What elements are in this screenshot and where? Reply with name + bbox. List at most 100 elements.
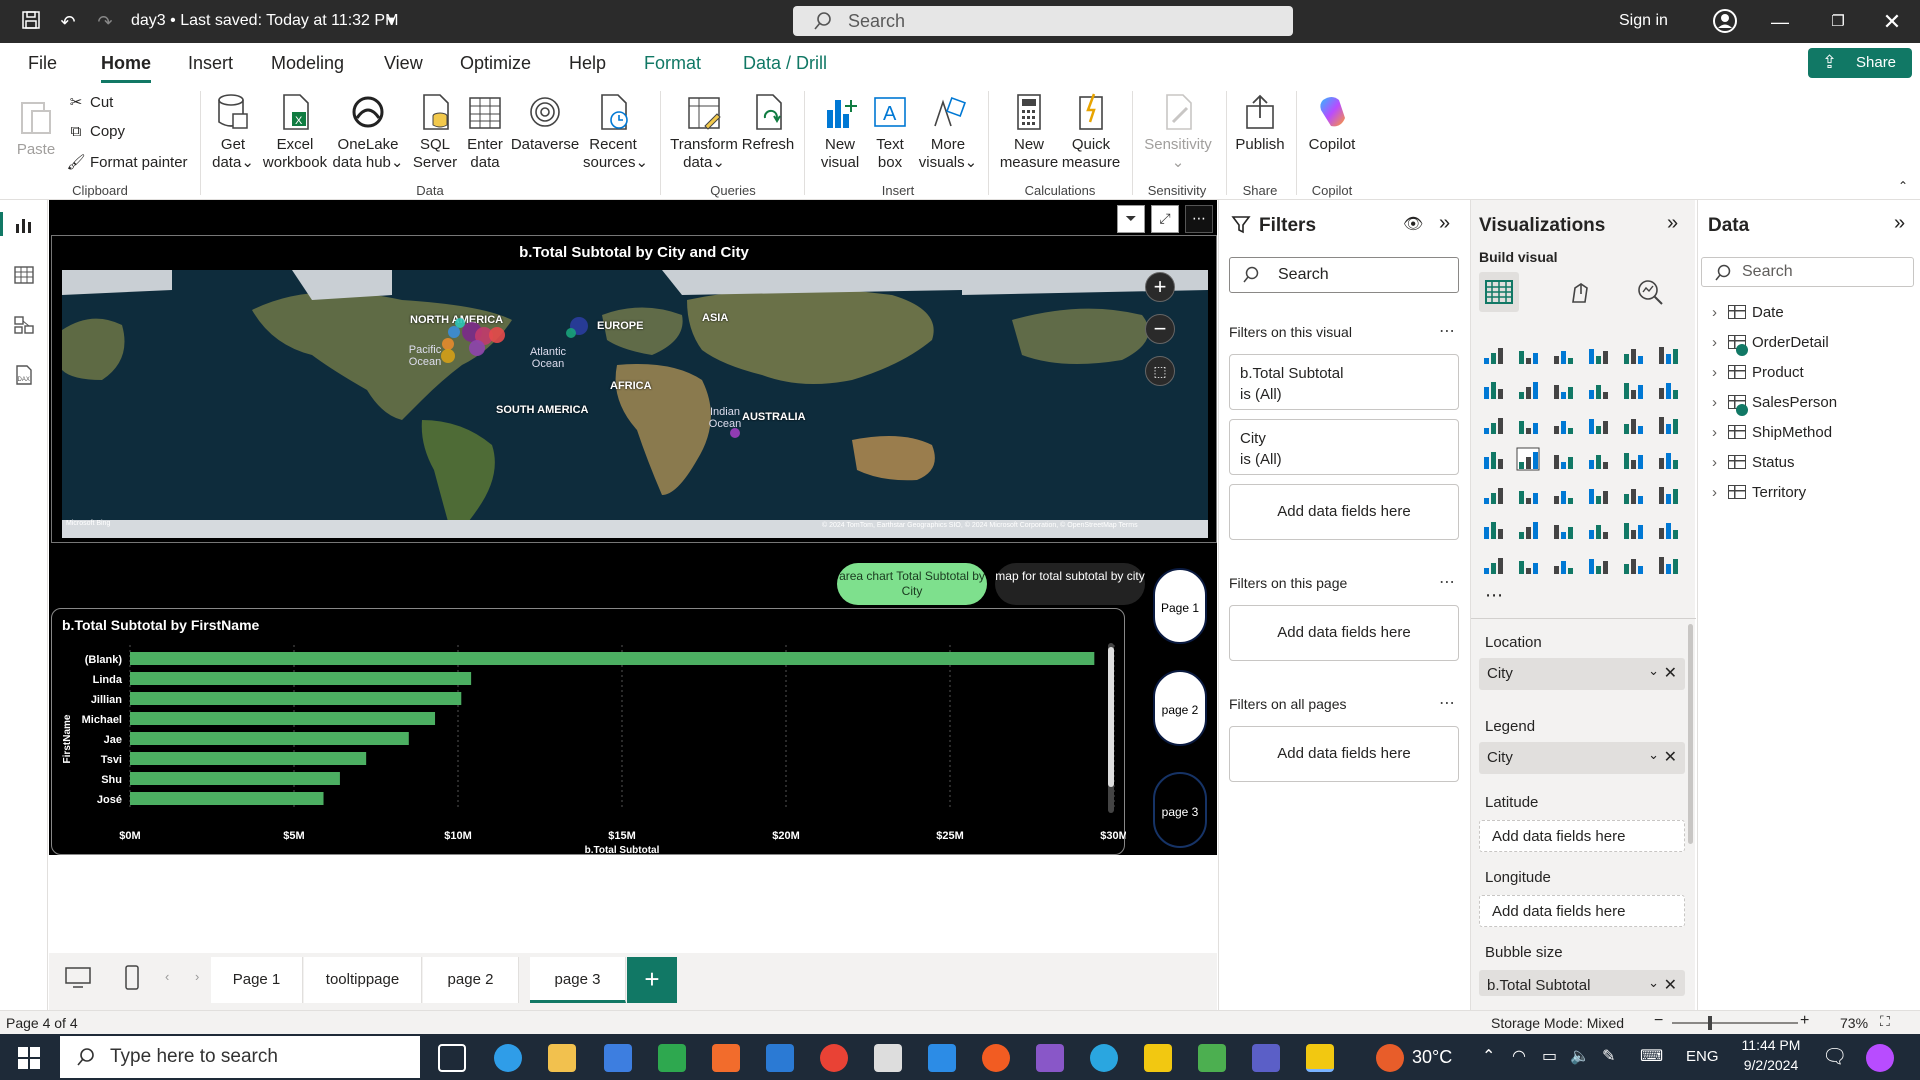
- vscode-icon[interactable]: [928, 1044, 956, 1072]
- page2-nav-button[interactable]: page 2: [1153, 670, 1207, 746]
- weather-icon[interactable]: [1376, 1044, 1404, 1072]
- area-chart-icon[interactable]: [1517, 378, 1539, 400]
- add-visual-filter-drop[interactable]: Add data fields here: [1229, 484, 1459, 540]
- ribbon-chart-icon[interactable]: [1482, 413, 1504, 435]
- mail-icon[interactable]: [766, 1044, 794, 1072]
- bar[interactable]: [130, 752, 367, 765]
- title-search-box[interactable]: Search: [793, 6, 1293, 36]
- r-visual-icon[interactable]: [1657, 483, 1679, 505]
- gauge-icon[interactable]: [1622, 448, 1644, 470]
- store-icon[interactable]: [604, 1044, 632, 1072]
- filters-search-input[interactable]: Search: [1229, 257, 1459, 293]
- share-button[interactable]: ⇪ Share ⌄: [1808, 48, 1912, 89]
- more-options-icon[interactable]: ⋯: [1439, 572, 1455, 592]
- page1-nav-button[interactable]: Page 1: [1153, 568, 1207, 644]
- card-icon[interactable]: [1657, 448, 1679, 470]
- azure-map-icon[interactable]: [1587, 448, 1609, 470]
- zoom-in-button[interactable]: +: [1145, 272, 1175, 302]
- ribbon-area-icon[interactable]: [1587, 378, 1609, 400]
- data-table-item[interactable]: › Product: [1712, 364, 1804, 381]
- 100-column-icon[interactable]: [1657, 343, 1679, 365]
- stacked-bar-icon[interactable]: [1482, 343, 1504, 365]
- map-bubble[interactable]: [455, 318, 465, 328]
- tab-file[interactable]: File: [28, 53, 57, 74]
- language[interactable]: ENG: [1686, 1048, 1719, 1065]
- bubble-size-field[interactable]: b.Total Subtotal ⌄ ✕: [1479, 970, 1685, 996]
- tab-view[interactable]: View: [384, 53, 423, 74]
- remove-field-icon[interactable]: ✕: [1664, 975, 1677, 995]
- area-chart-nav-button[interactable]: area chart Total Subtotal by City: [837, 563, 987, 605]
- line-clustered-icon[interactable]: [1657, 378, 1679, 400]
- fabric-icon[interactable]: [1622, 553, 1644, 575]
- map-bubble[interactable]: [469, 340, 485, 356]
- quick-measure-button[interactable]: Quick measure: [1060, 92, 1122, 172]
- transform-data-button[interactable]: Transform data⌄: [670, 92, 738, 172]
- new-visual-button[interactable]: New visual: [814, 92, 866, 172]
- chevron-right-icon[interactable]: ›: [1712, 454, 1728, 471]
- volume-icon[interactable]: 🔈: [1570, 1046, 1590, 1066]
- temperature[interactable]: 30°C: [1412, 1047, 1452, 1068]
- location-field[interactable]: City ⌄ ✕: [1479, 658, 1685, 690]
- chevron-right-icon[interactable]: ›: [1712, 364, 1728, 381]
- bar[interactable]: [130, 712, 436, 725]
- tab-insert[interactable]: Insert: [188, 53, 233, 74]
- recent-sources-button[interactable]: Recent sources⌄: [583, 92, 648, 172]
- desktop-layout-icon[interactable]: [65, 967, 91, 989]
- minimize-icon[interactable]: —: [1768, 10, 1792, 34]
- bar[interactable]: [130, 652, 1095, 665]
- close-icon[interactable]: ✕: [1880, 10, 1904, 34]
- map-bubble[interactable]: [566, 328, 576, 338]
- analytics-icon[interactable]: [1635, 278, 1665, 306]
- teams-icon[interactable]: [1252, 1044, 1280, 1072]
- visual-studio-icon[interactable]: [1036, 1044, 1064, 1072]
- zoom-level[interactable]: 73%: [1840, 1015, 1868, 1031]
- tab-home[interactable]: Home: [101, 53, 152, 83]
- notifications-icon[interactable]: 🗨: [1822, 1044, 1847, 1069]
- eye-icon[interactable]: 👁: [1403, 214, 1423, 234]
- map-bubble[interactable]: [441, 349, 455, 363]
- prev-page-icon[interactable]: ‹: [165, 969, 169, 984]
- data-table-item[interactable]: › ShipMethod: [1712, 424, 1832, 441]
- power-bi-active-icon[interactable]: [1306, 1044, 1334, 1072]
- latitude-drop[interactable]: Add data fields here: [1479, 820, 1685, 852]
- tab-help[interactable]: Help: [569, 53, 606, 74]
- tab-modeling[interactable]: Modeling: [271, 53, 344, 74]
- page-tab[interactable]: page 2: [423, 957, 519, 1003]
- chevron-right-icon[interactable]: ›: [1712, 394, 1728, 411]
- bar[interactable]: [130, 672, 472, 685]
- redo-icon[interactable]: ↷: [93, 10, 117, 34]
- key-influencers-icon[interactable]: [1517, 518, 1539, 540]
- report-view-icon[interactable]: [13, 214, 35, 236]
- restore-icon[interactable]: ❐: [1826, 10, 1850, 34]
- qa-icon[interactable]: [1587, 518, 1609, 540]
- bar[interactable]: [130, 792, 324, 805]
- chevron-down-icon[interactable]: ⌄: [1648, 663, 1659, 679]
- copy-button[interactable]: ⧉ Copy: [66, 123, 125, 140]
- refresh-button[interactable]: Refresh: [740, 92, 796, 154]
- postman-icon[interactable]: [982, 1044, 1010, 1072]
- power-automate-icon[interactable]: [1552, 553, 1574, 575]
- more-options-icon[interactable]: ⋯: [1439, 693, 1455, 713]
- python-visual-icon[interactable]: [1482, 518, 1504, 540]
- bar[interactable]: [130, 692, 462, 705]
- task-view-icon[interactable]: [438, 1044, 466, 1072]
- line-chart-icon[interactable]: [1482, 378, 1504, 400]
- table-view-icon[interactable]: [13, 264, 35, 286]
- zoom-slider-thumb[interactable]: [1708, 1016, 1712, 1030]
- collapse-ribbon-icon[interactable]: ⌃: [1898, 179, 1908, 193]
- add-page-filter-drop[interactable]: Add data fields here: [1229, 605, 1459, 661]
- scatter-icon[interactable]: [1587, 413, 1609, 435]
- map-nav-button[interactable]: map for total subtotal by city: [995, 563, 1145, 605]
- power-apps-icon[interactable]: [1517, 553, 1539, 575]
- dataverse-button[interactable]: Dataverse: [510, 92, 580, 154]
- zoom-slider[interactable]: [1672, 1016, 1798, 1030]
- page-tab[interactable]: tooltippage: [304, 957, 422, 1003]
- narrative-icon[interactable]: [1622, 518, 1644, 540]
- mail-app-icon[interactable]: [874, 1044, 902, 1072]
- zoom-in-icon[interactable]: +: [1800, 1012, 1809, 1030]
- battery-icon[interactable]: ▭: [1542, 1046, 1557, 1066]
- clustered-bar-icon[interactable]: [1552, 343, 1574, 365]
- tab-format[interactable]: Format: [644, 53, 701, 74]
- publish-button[interactable]: Publish: [1232, 92, 1288, 154]
- scrollbar[interactable]: [1688, 624, 1693, 844]
